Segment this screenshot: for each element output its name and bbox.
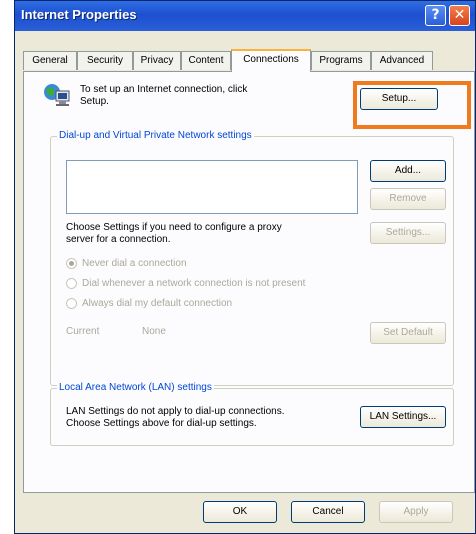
title-bar[interactable]: Internet Properties ? ✕	[15, 1, 475, 31]
setup-text-line1: To set up an Internet connection, click	[80, 84, 248, 95]
set-default-button[interactable]: Set Default	[370, 322, 446, 344]
internet-connection-icon	[44, 84, 70, 106]
cancel-button[interactable]: Cancel	[291, 501, 365, 523]
lan-settings-button[interactable]: LAN Settings...	[360, 406, 446, 428]
connections-panel: To set up an Internet connection, click …	[23, 71, 475, 493]
tab-security[interactable]: Security	[77, 51, 133, 70]
lan-text-line2: Choose Settings above for dial-up settin…	[66, 418, 257, 429]
proxy-text-line2: server for a connection.	[66, 234, 171, 245]
radio-never-dial-label: Never dial a connection	[82, 258, 187, 269]
radio-always-dial[interactable]	[66, 298, 77, 309]
ok-button[interactable]: OK	[203, 501, 277, 523]
current-value: None	[142, 326, 166, 337]
dialup-vpn-legend: Dial-up and Virtual Private Network sett…	[57, 130, 254, 141]
tab-connections[interactable]: Connections	[231, 49, 311, 72]
help-button[interactable]: ?	[425, 5, 446, 26]
setup-text-line2: Setup.	[80, 96, 109, 107]
setup-highlight-box	[353, 81, 471, 129]
current-label: Current	[66, 326, 100, 337]
radio-always-dial-label: Always dial my default connection	[82, 298, 233, 309]
lan-settings-legend: Local Area Network (LAN) settings	[57, 382, 214, 393]
radio-never-dial[interactable]	[66, 258, 77, 269]
connections-listbox[interactable]	[66, 160, 358, 214]
radio-dial-whenever-label: Dial whenever a network connection is no…	[82, 278, 306, 289]
tab-advanced[interactable]: Advanced	[371, 51, 433, 70]
lan-text-line1: LAN Settings do not apply to dial-up con…	[66, 406, 285, 417]
window-title: Internet Properties	[21, 7, 137, 22]
radio-dial-whenever[interactable]	[66, 278, 77, 289]
add-button[interactable]: Add...	[370, 160, 446, 182]
remove-button[interactable]: Remove	[370, 188, 446, 210]
tab-privacy[interactable]: Privacy	[133, 51, 181, 70]
apply-button[interactable]: Apply	[379, 501, 453, 523]
tab-programs[interactable]: Programs	[311, 51, 371, 70]
close-button[interactable]: ✕	[449, 5, 470, 26]
tab-content[interactable]: Content	[181, 51, 231, 70]
internet-properties-window: Internet Properties ? ✕ General Security…	[14, 0, 476, 534]
settings-button[interactable]: Settings...	[370, 222, 446, 244]
proxy-text-line1: Choose Settings if you need to configure…	[66, 222, 282, 233]
tab-general[interactable]: General	[23, 51, 77, 70]
